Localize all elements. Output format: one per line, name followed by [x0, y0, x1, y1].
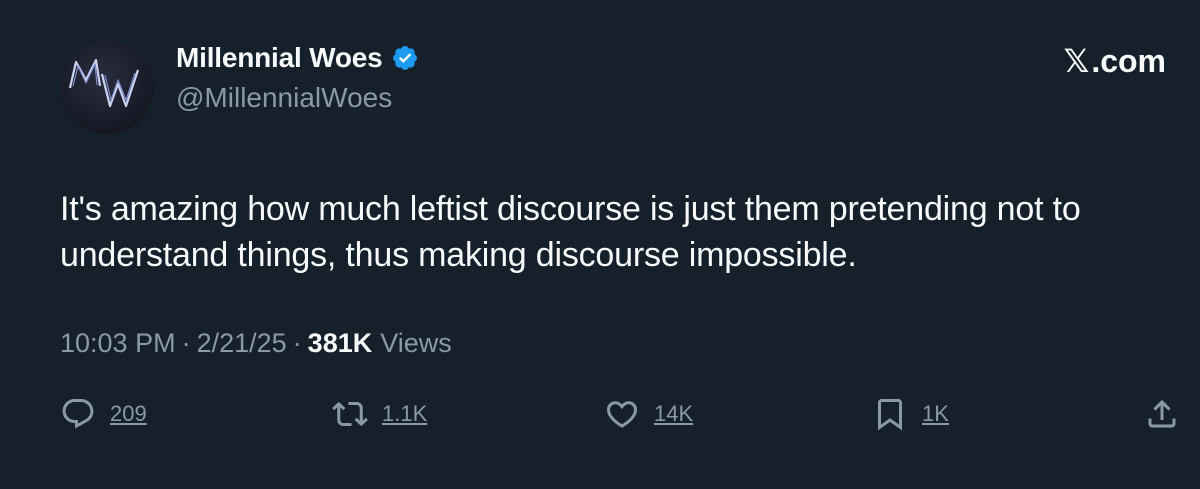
x-brand-logo: 𝕏 .com [1064, 42, 1166, 80]
author-display-name[interactable]: Millennial Woes [176, 42, 383, 74]
verified-badge-icon [392, 46, 417, 70]
reply-count[interactable]: 209 [110, 401, 147, 427]
brand-suffix: .com [1091, 42, 1166, 79]
meta-separator: · [292, 328, 302, 358]
tweet-text: It's amazing how much leftist discourse … [60, 190, 1081, 274]
tweet-meta: 10:03 PM · 2/21/25 · 381K Views [60, 328, 452, 359]
like-count[interactable]: 14K [654, 401, 693, 427]
x-logo-icon: 𝕏 [1063, 43, 1090, 79]
retweet-button[interactable]: 1.1K [332, 396, 427, 432]
views-label: Views [380, 328, 452, 358]
views-count: 381K [307, 328, 373, 358]
retweet-icon [332, 401, 368, 427]
meta-separator: · [181, 328, 191, 358]
bookmark-button[interactable]: 1K [872, 396, 949, 432]
bookmark-count[interactable]: 1K [922, 401, 949, 427]
heart-icon [606, 401, 638, 428]
retweet-count[interactable]: 1.1K [382, 401, 427, 427]
avatar[interactable] [60, 40, 154, 134]
like-button[interactable]: 14K [604, 396, 693, 432]
share-button[interactable] [1144, 396, 1180, 432]
author-handle[interactable]: @MillennialWoes [176, 82, 392, 114]
author-name-row[interactable]: Millennial Woes [176, 42, 419, 74]
tweet-date[interactable]: 2/21/25 [197, 328, 287, 359]
reply-icon [62, 399, 94, 429]
avatar-monogram [68, 58, 140, 108]
bookmark-icon [878, 399, 902, 431]
tweet-time[interactable]: 10:03 PM [60, 328, 176, 359]
reply-button[interactable]: 209 [60, 396, 147, 432]
share-icon [1148, 399, 1176, 428]
